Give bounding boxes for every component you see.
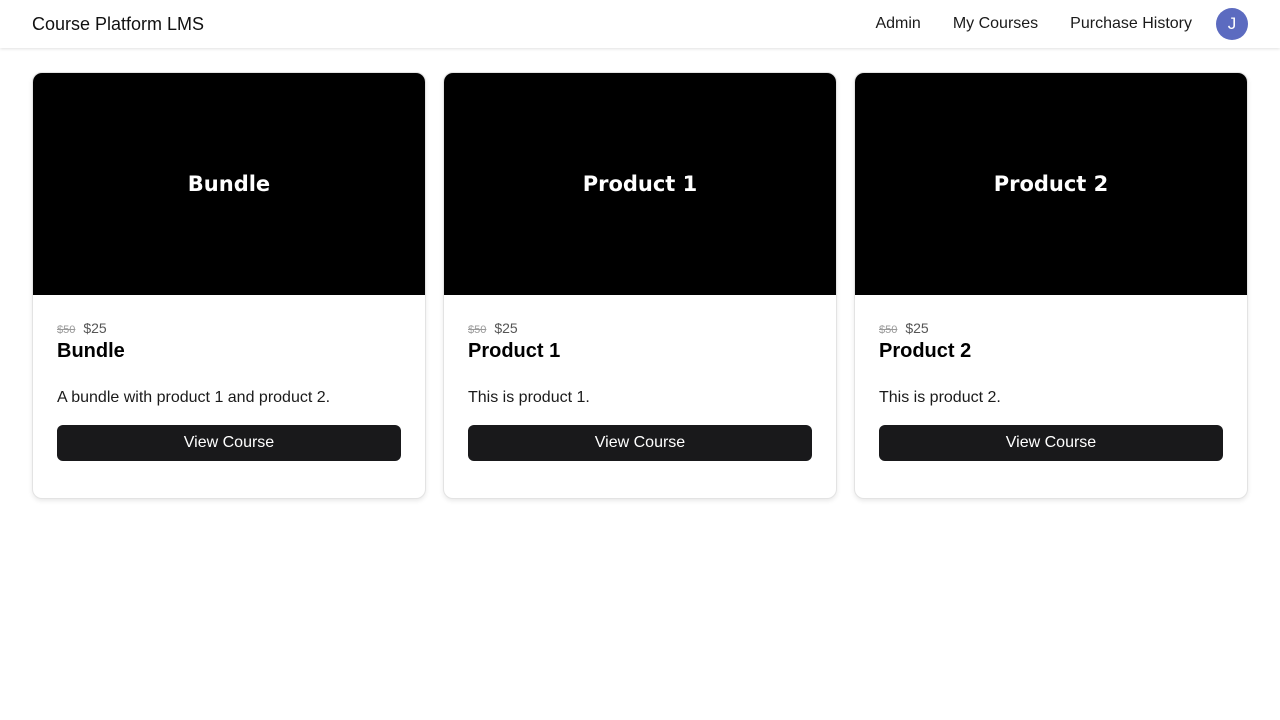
course-thumbnail-label: Product 2: [993, 172, 1109, 196]
course-title: Product 2: [879, 340, 972, 362]
course-description: This is product 2.: [879, 389, 1001, 406]
sale-price: $25: [905, 320, 929, 336]
nav-link-admin[interactable]: Admin: [875, 15, 920, 33]
main-nav: Admin My Courses Purchase History J: [875, 0, 1248, 48]
view-course-button[interactable]: View Course: [879, 425, 1223, 461]
course-title: Product 1: [468, 340, 561, 362]
sale-price: $25: [83, 320, 107, 336]
course-grid: Bundle $50 $25 Bundle A bundle with prod…: [32, 72, 1248, 499]
view-course-button[interactable]: View Course: [468, 425, 812, 461]
course-card: Product 1 $50 $25 Product 1 This is prod…: [443, 72, 837, 499]
course-thumbnail[interactable]: Bundle: [33, 73, 425, 295]
brand-logo-link[interactable]: Course Platform LMS: [32, 14, 204, 35]
course-thumbnail-label: Bundle: [187, 172, 271, 196]
sale-price: $25: [494, 320, 518, 336]
course-card: Bundle $50 $25 Bundle A bundle with prod…: [32, 72, 426, 499]
top-nav-bar: Course Platform LMS Admin My Courses Pur…: [0, 0, 1280, 48]
price-row: $50 $25: [468, 320, 812, 336]
original-price: $50: [468, 324, 487, 336]
course-thumbnail-label: Product 1: [582, 172, 698, 196]
nav-link-purchase-history[interactable]: Purchase History: [1070, 15, 1192, 33]
original-price: $50: [57, 324, 76, 336]
course-card-body: $50 $25 Bundle A bundle with product 1 a…: [33, 295, 425, 485]
original-price: $50: [879, 324, 898, 336]
course-description: This is product 1.: [468, 389, 590, 406]
course-card-body: $50 $25 Product 2 This is product 2. Vie…: [855, 295, 1247, 485]
course-thumbnail[interactable]: Product 2: [855, 73, 1247, 295]
course-thumbnail[interactable]: Product 1: [444, 73, 836, 295]
course-card-body: $50 $25 Product 1 This is product 1. Vie…: [444, 295, 836, 485]
course-title: Bundle: [57, 340, 125, 362]
view-course-button[interactable]: View Course: [57, 425, 401, 461]
course-card: Product 2 $50 $25 Product 2 This is prod…: [854, 72, 1248, 499]
price-row: $50 $25: [879, 320, 1223, 336]
nav-link-my-courses[interactable]: My Courses: [953, 15, 1038, 33]
price-row: $50 $25: [57, 320, 401, 336]
course-description: A bundle with product 1 and product 2.: [57, 389, 331, 406]
user-avatar[interactable]: J: [1216, 8, 1248, 40]
